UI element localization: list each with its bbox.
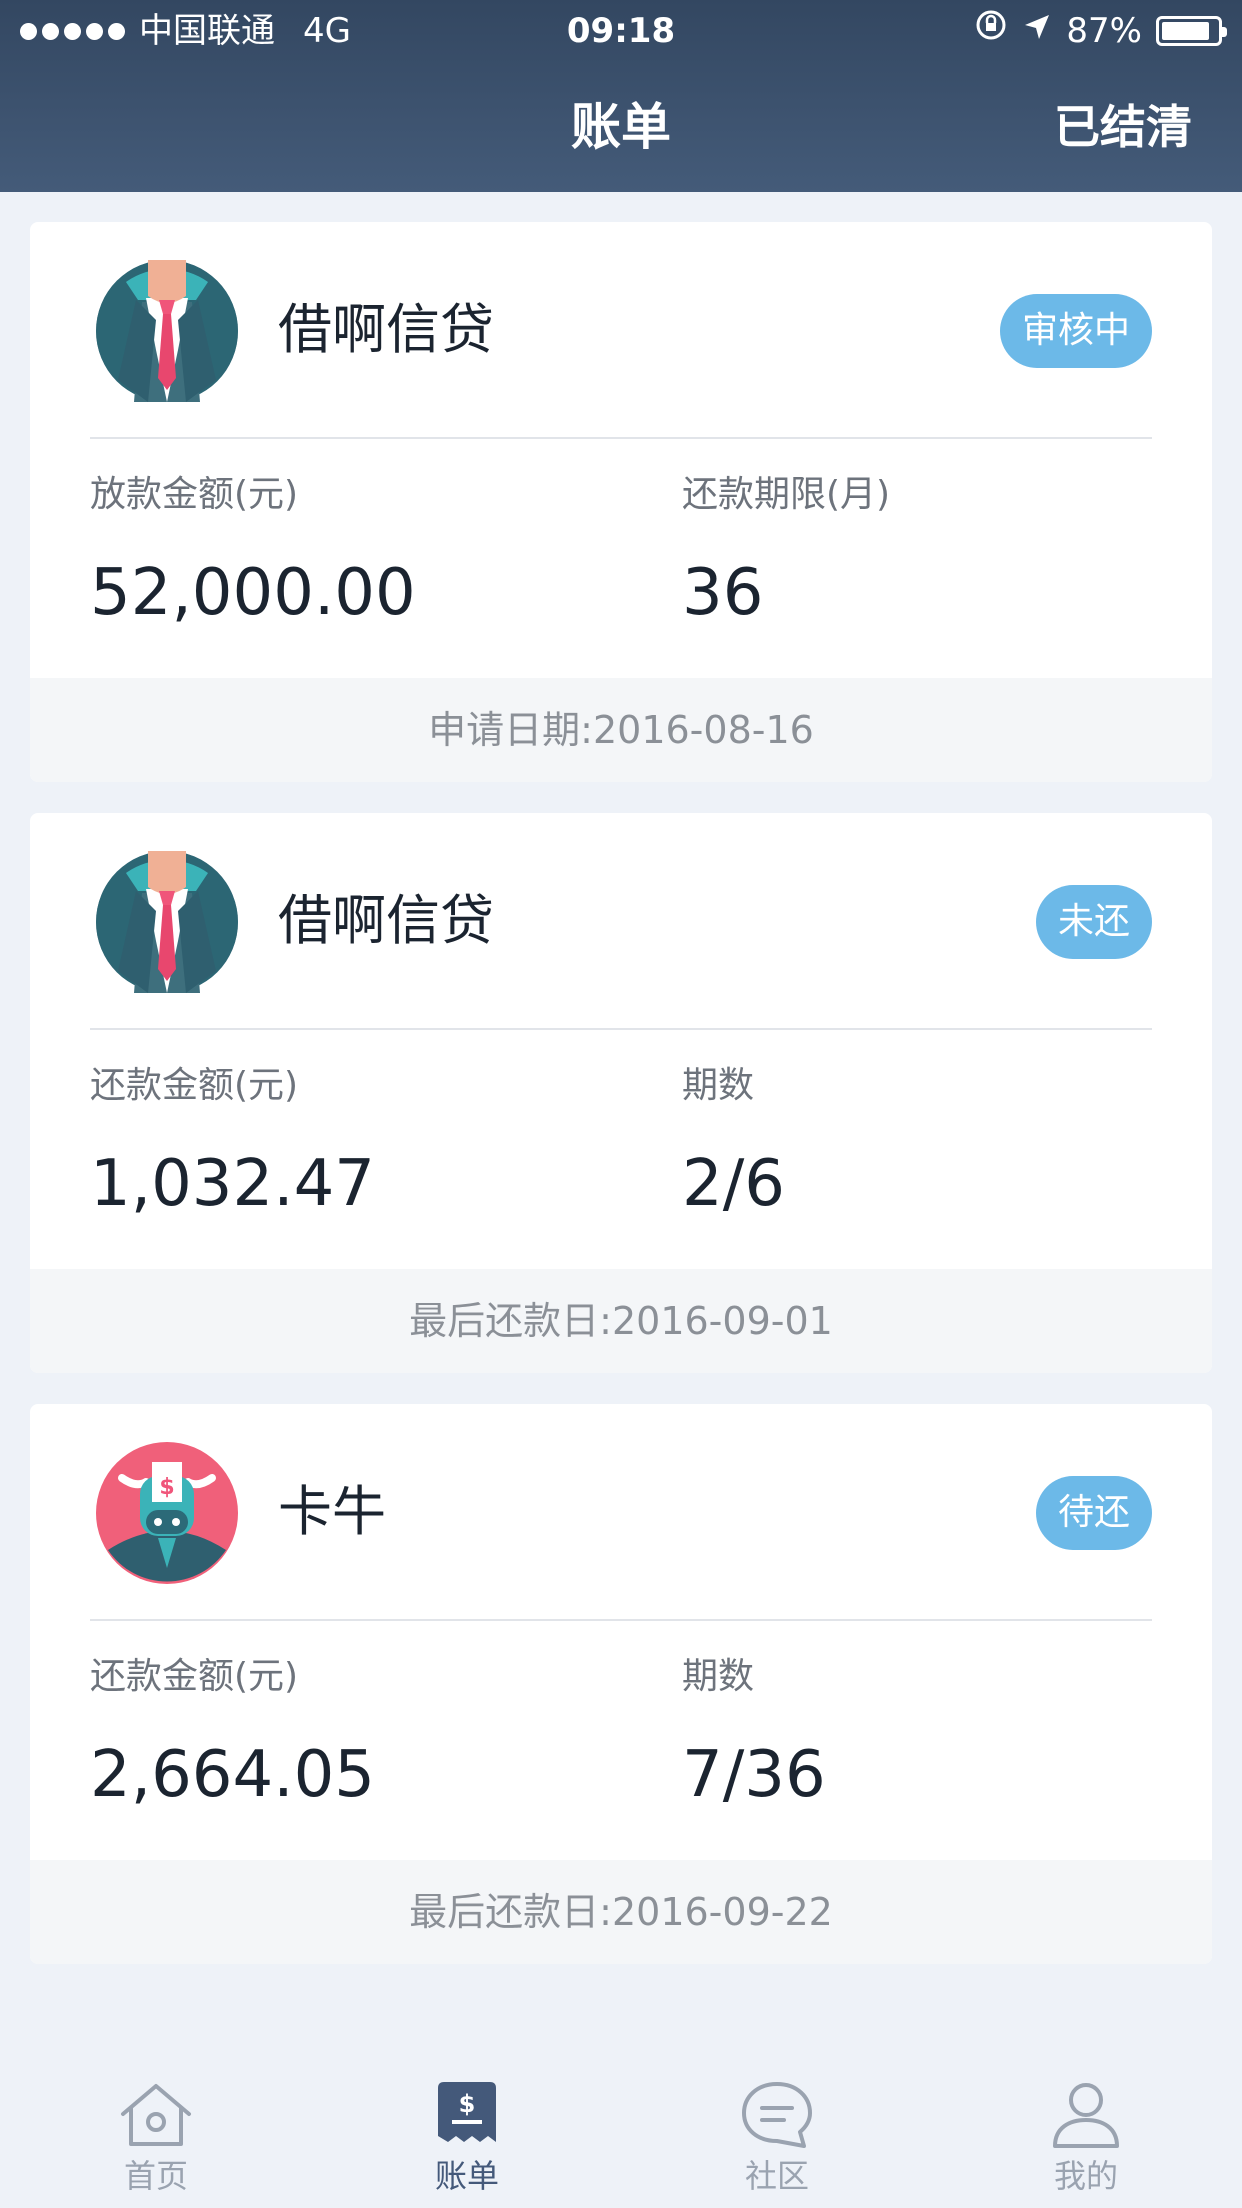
tab-mine[interactable]: 我的 [986, 2080, 1186, 2200]
amount-column: 还款金额(元) 1,032.47 [90, 1061, 375, 1229]
tab-community[interactable]: 社区 [677, 2080, 877, 2200]
bill-card[interactable]: $ 卡牛 待还 还款金额(元) 2,664.05 期数 7/36 最后还款日:2… [30, 1404, 1212, 1964]
card-header: $ 卡牛 待还 [30, 1404, 1212, 1619]
svg-text:$: $ [459, 2090, 476, 2118]
status-badge: 未还 [1035, 885, 1152, 959]
tab-home[interactable]: 首页 [56, 2080, 256, 2200]
amount-value: 52,000.00 [90, 556, 416, 630]
installment-column: 期数 2/6 [682, 1061, 785, 1229]
status-bar: 中国联通 4G 09:18 87% [0, 0, 1242, 62]
card-header: 借啊信贷 未还 [30, 813, 1212, 1028]
status-right: 87% [974, 0, 1227, 62]
tab-bar: 首页 $ 账单 社区 我的 [0, 2050, 1242, 2208]
installment-label: 期数 [682, 1656, 755, 1697]
bill-card[interactable]: 借啊信贷 未还 还款金额(元) 1,032.47 期数 2/6 最后还款日:20… [30, 813, 1212, 1373]
amount-value: 1,032.47 [90, 1147, 375, 1221]
battery-percent: 87% [1066, 11, 1142, 51]
bill-icon: $ [438, 2082, 496, 2142]
amount-column: 放款金额(元) 52,000.00 [90, 470, 416, 638]
tab-community-label: 社区 [744, 2157, 809, 2195]
tab-bill[interactable]: $ 账单 [367, 2080, 567, 2200]
battery-level [1162, 22, 1209, 40]
installment-value: 7/36 [682, 1738, 826, 1812]
tab-bill-label: 账单 [434, 2157, 499, 2195]
card-header: 借啊信贷 审核中 [30, 222, 1212, 437]
settled-button[interactable]: 已结清 [1054, 92, 1192, 162]
tab-home-label: 首页 [123, 2157, 188, 2195]
card-divider [90, 437, 1152, 439]
battery-icon [1156, 16, 1227, 46]
location-arrow-icon [1022, 0, 1052, 62]
installment-column: 期数 7/36 [682, 1652, 826, 1820]
businessman-avatar-icon [96, 260, 238, 402]
card-footer-date: 最后还款日:2016-09-01 [30, 1269, 1212, 1373]
status-badge: 待还 [1035, 1476, 1152, 1550]
card-divider [90, 1619, 1152, 1621]
installment-value: 2/6 [682, 1147, 785, 1221]
bill-card[interactable]: 借啊信贷 审核中 放款金额(元) 52,000.00 还款期限(月) 36 申请… [30, 222, 1212, 782]
installment-label: 期数 [682, 1065, 755, 1106]
svg-text:$: $ [159, 1475, 174, 1500]
term-column: 还款期限(月) 36 [682, 470, 890, 638]
amount-label: 还款金额(元) [90, 1656, 299, 1697]
orientation-lock-icon [974, 0, 1008, 62]
user-icon [1053, 2083, 1119, 2148]
term-label: 还款期限(月) [682, 474, 891, 515]
top-header: 中国联通 4G 09:18 87% 账单 已结清 [0, 0, 1242, 192]
term-value: 36 [682, 556, 764, 630]
cow-avatar-icon: $ [96, 1442, 238, 1584]
amount-label: 还款金额(元) [90, 1065, 299, 1106]
businessman-avatar-icon [96, 851, 238, 993]
home-icon [121, 2084, 191, 2146]
amount-value: 2,664.05 [90, 1738, 375, 1812]
chat-icon [742, 2082, 812, 2148]
lender-name: 借啊信贷 [278, 298, 494, 361]
card-footer-date: 申请日期:2016-08-16 [30, 678, 1212, 782]
card-divider [90, 1028, 1152, 1030]
amount-column: 还款金额(元) 2,664.05 [90, 1652, 375, 1820]
amount-label: 放款金额(元) [90, 474, 299, 515]
status-badge: 审核中 [999, 294, 1152, 368]
tab-mine-label: 我的 [1053, 2157, 1118, 2195]
card-footer-date: 最后还款日:2016-09-22 [30, 1860, 1212, 1964]
lender-name: 借啊信贷 [278, 889, 494, 952]
lender-name: 卡牛 [278, 1480, 386, 1543]
